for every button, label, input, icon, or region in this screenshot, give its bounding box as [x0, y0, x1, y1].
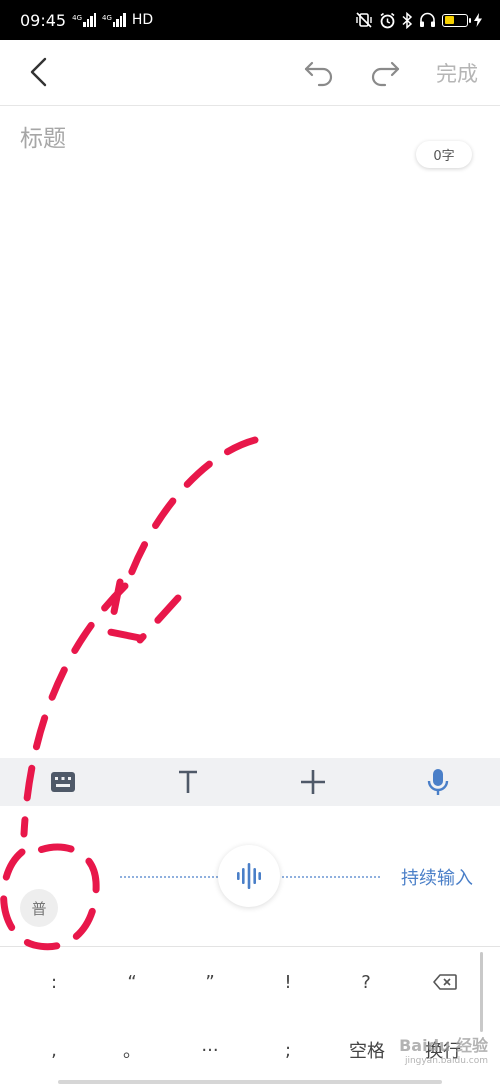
- sound-wave-icon: [237, 863, 261, 889]
- baidu-watermark: Baidu 经验 jingyan.baidu.com: [384, 1032, 488, 1072]
- key-question[interactable]: ?: [331, 952, 401, 1012]
- status-right: [355, 11, 482, 29]
- plus-icon: [300, 770, 325, 794]
- headphones-icon: [420, 12, 435, 27]
- status-time: 09:45: [20, 10, 67, 30]
- alarm-icon: [380, 12, 395, 28]
- continuous-input-button[interactable]: 持续输入: [401, 864, 473, 890]
- input-mode-badge[interactable]: 普: [20, 889, 58, 927]
- text-format-button[interactable]: [168, 762, 208, 802]
- backspace-key[interactable]: [410, 952, 480, 1012]
- keyboard-toggle-button[interactable]: [43, 762, 83, 802]
- network-type-2: 4G: [102, 14, 112, 22]
- key-comma[interactable]: ,: [19, 1020, 89, 1080]
- backspace-icon: [433, 974, 457, 990]
- key-ellipsis[interactable]: ···: [175, 1020, 245, 1080]
- home-indicator: [58, 1080, 442, 1084]
- done-button[interactable]: 完成: [436, 58, 478, 88]
- bluetooth-icon: [402, 11, 413, 29]
- text-format-icon: [178, 770, 197, 793]
- undo-button[interactable]: [302, 57, 336, 87]
- key-semicolon[interactable]: ;: [253, 1020, 323, 1080]
- battery-icon: [442, 13, 471, 27]
- redo-button[interactable]: [368, 57, 402, 87]
- waveform-line-left: [120, 876, 218, 878]
- key-left-quote[interactable]: “: [97, 952, 167, 1012]
- insert-button[interactable]: [293, 762, 333, 802]
- signal-icon-1: 4G: [72, 13, 96, 27]
- editor-toolbar: 完成: [0, 40, 500, 106]
- keyboard-scrollbar[interactable]: [480, 952, 483, 1032]
- title-input[interactable]: [20, 122, 390, 156]
- key-colon[interactable]: :: [19, 952, 89, 1012]
- signal-icon-2: 4G: [102, 13, 126, 27]
- redo-icon: [371, 61, 400, 87]
- undo-icon: [304, 61, 333, 87]
- key-exclamation[interactable]: !: [253, 952, 323, 1012]
- chevron-left-icon: [30, 57, 47, 87]
- microphone-icon: [427, 769, 448, 795]
- watermark-url: jingyan.baidu.com: [404, 1056, 488, 1066]
- voice-input-button[interactable]: [418, 762, 458, 802]
- voice-record-button[interactable]: [218, 845, 280, 907]
- format-bar: [0, 758, 500, 806]
- word-count-badge: 0字: [416, 141, 472, 168]
- charging-icon: [474, 13, 482, 27]
- keyboard-icon: [50, 772, 75, 792]
- hd-indicator: HD: [131, 12, 154, 28]
- waveform-line-right: [282, 876, 380, 878]
- key-right-quote[interactable]: ”: [175, 952, 245, 1012]
- status-bar: 09:45 4G 4G HD: [0, 0, 500, 40]
- mute-vibrate-icon: [356, 12, 372, 28]
- watermark-logo: Baidu 经验: [399, 1036, 488, 1055]
- network-type-1: 4G: [72, 14, 82, 22]
- battery-level: [444, 16, 454, 24]
- status-left: 09:45 4G 4G HD: [20, 11, 153, 30]
- key-period[interactable]: 。: [97, 1020, 167, 1080]
- back-button[interactable]: [22, 54, 58, 90]
